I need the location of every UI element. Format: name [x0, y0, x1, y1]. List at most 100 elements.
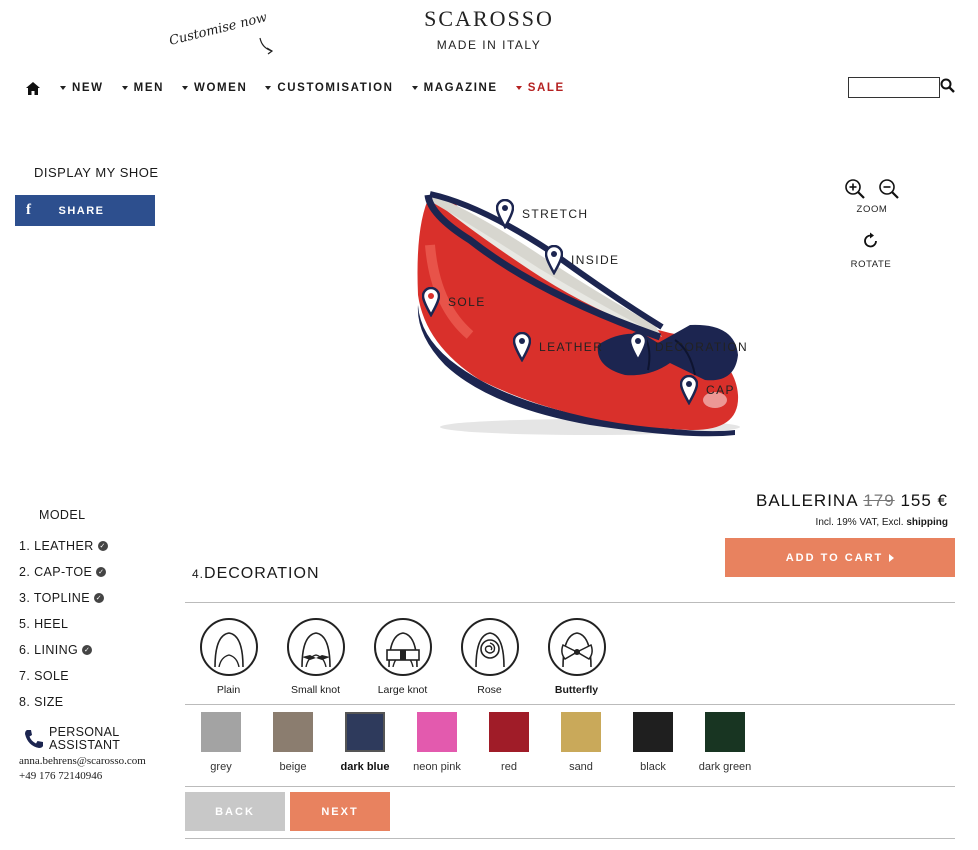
- map-pin-icon: [513, 332, 531, 362]
- assistant-phone[interactable]: +49 176 72140946: [19, 769, 146, 784]
- color-swatches: grey beige dark blue neon pink red sand …: [185, 712, 761, 773]
- divider: [185, 838, 955, 839]
- nav-women-label: WOMEN: [194, 82, 248, 94]
- color-swatch-sand[interactable]: sand: [545, 712, 617, 773]
- color-label: neon pink: [413, 761, 461, 773]
- zoom-out-icon[interactable]: [878, 178, 900, 200]
- color-label: dark green: [698, 761, 752, 773]
- hotspot-inside[interactable]: INSIDE: [545, 245, 619, 275]
- step-label: 3. TOPLINE: [19, 591, 90, 605]
- style-option-rose[interactable]: Rose: [446, 618, 533, 696]
- curved-arrow-icon: [259, 37, 274, 55]
- brand-logo[interactable]: SCAROSSO: [0, 6, 978, 32]
- color-label: grey: [210, 761, 232, 773]
- large-knot-shoe-icon: [373, 618, 432, 676]
- nav-sale[interactable]: SALE: [515, 82, 565, 94]
- add-to-cart-label: ADD TO CART: [785, 551, 884, 564]
- nav-sale-label: SALE: [527, 82, 565, 94]
- color-swatch-dark-green[interactable]: dark green: [689, 712, 761, 773]
- brand-header: SCAROSSO MADE IN ITALY: [0, 6, 978, 52]
- hotspot-decoration[interactable]: DECORATION: [629, 332, 748, 362]
- color-chip: [417, 712, 457, 752]
- color-label: sand: [569, 761, 593, 773]
- step-label: 1. LEATHER: [19, 539, 94, 553]
- nav-women[interactable]: WOMEN: [182, 82, 247, 94]
- color-swatch-black[interactable]: black: [617, 712, 689, 773]
- step-cap-toe[interactable]: 2. CAP-TOE ✓: [19, 559, 108, 585]
- small-knot-shoe-icon: [286, 618, 345, 676]
- hotspot-stretch[interactable]: STRETCH: [496, 199, 588, 229]
- assistant-email-link[interactable]: anna.behrens@scarosso.com: [19, 754, 146, 769]
- step-size[interactable]: 8. SIZE: [19, 689, 108, 715]
- step-heel[interactable]: 5. HEEL: [19, 611, 108, 637]
- chevron-right-icon: [889, 553, 895, 562]
- nav-customisation[interactable]: CUSTOMISATION: [265, 82, 393, 94]
- color-chip: [633, 712, 673, 752]
- butterfly-shoe-icon: [547, 618, 606, 676]
- hotspot-label: STRETCH: [522, 207, 589, 221]
- add-to-cart-button[interactable]: ADD TO CART: [725, 538, 955, 577]
- hotspot-leather[interactable]: LEATHER: [513, 332, 603, 362]
- color-swatch-neon-pink[interactable]: neon pink: [401, 712, 473, 773]
- hotspot-cap[interactable]: CAP: [680, 375, 735, 405]
- color-swatch-red[interactable]: red: [473, 712, 545, 773]
- check-circle-icon: ✓: [82, 645, 93, 655]
- chevron-down-icon: [60, 86, 66, 90]
- chevron-down-icon: [121, 86, 128, 90]
- zoom-in-icon[interactable]: [844, 178, 866, 200]
- product-price-line: BALLERINA 179 155 €: [756, 491, 948, 511]
- color-swatch-dark-blue[interactable]: dark blue: [329, 712, 401, 773]
- step-label: 5. HEEL: [19, 617, 69, 631]
- hotspot-sole[interactable]: SOLE: [422, 287, 486, 317]
- display-my-shoe-link[interactable]: DISPLAY MY SHOE: [34, 165, 159, 180]
- map-pin-icon: [629, 332, 647, 362]
- decoration-style-options: Plain Small knot Large knot Rose Butterf…: [185, 618, 620, 696]
- section-title: DECORATION: [204, 565, 320, 582]
- section-number: 4.: [192, 567, 205, 581]
- search-icon[interactable]: [940, 78, 955, 93]
- vat-note: Incl. 19% VAT, Excl. shipping: [756, 517, 948, 528]
- next-button[interactable]: NEXT: [290, 792, 390, 831]
- back-label: BACK: [215, 805, 255, 818]
- step-sole[interactable]: 7. SOLE: [19, 663, 108, 689]
- rotate-control[interactable]: ROTATE: [846, 232, 896, 270]
- divider: [185, 704, 955, 705]
- step-topline[interactable]: 3. TOPLINE ✓: [19, 585, 108, 611]
- map-pin-icon: [496, 199, 514, 229]
- assistant-title-line2: ASSISTANT: [49, 738, 121, 752]
- color-chip: [561, 712, 601, 752]
- style-option-large-knot[interactable]: Large knot: [359, 618, 446, 696]
- color-swatch-grey[interactable]: grey: [185, 712, 257, 773]
- map-pin-icon: [680, 375, 698, 405]
- step-model[interactable]: MODEL: [39, 508, 85, 522]
- phone-icon: [25, 730, 43, 748]
- zoom-control: ZOOM: [838, 178, 906, 215]
- hotspot-label: LEATHER: [539, 340, 604, 354]
- step-label: 7. SOLE: [19, 669, 70, 683]
- home-icon[interactable]: [26, 81, 40, 95]
- divider: [185, 602, 955, 603]
- nav-new[interactable]: NEW: [60, 82, 104, 94]
- shipping-link[interactable]: shipping: [906, 517, 948, 528]
- brand-tagline: MADE IN ITALY: [436, 38, 542, 52]
- check-circle-icon: ✓: [93, 593, 104, 603]
- color-label: dark blue: [340, 761, 390, 773]
- current-price: 155 €: [900, 491, 948, 510]
- facebook-share-button[interactable]: f SHARE: [15, 195, 155, 226]
- nav-magazine[interactable]: MAGAZINE: [411, 82, 498, 94]
- rotate-icon[interactable]: [862, 232, 880, 250]
- color-label: black: [640, 761, 666, 773]
- hotspot-label: DECORATION: [655, 340, 749, 354]
- back-button[interactable]: BACK: [185, 792, 285, 831]
- style-label: Butterfly: [554, 684, 599, 696]
- color-swatch-beige[interactable]: beige: [257, 712, 329, 773]
- check-circle-icon: ✓: [97, 541, 108, 551]
- nav-men[interactable]: MEN: [121, 82, 164, 94]
- search-input[interactable]: [848, 77, 940, 98]
- step-lining[interactable]: 6. LINING ✓: [19, 637, 108, 663]
- style-option-small-knot[interactable]: Small knot: [272, 618, 359, 696]
- style-label: Small knot: [290, 684, 341, 696]
- style-option-butterfly[interactable]: Butterfly: [533, 618, 620, 696]
- style-option-plain[interactable]: Plain: [185, 618, 272, 696]
- step-leather[interactable]: 1. LEATHER ✓: [19, 533, 108, 559]
